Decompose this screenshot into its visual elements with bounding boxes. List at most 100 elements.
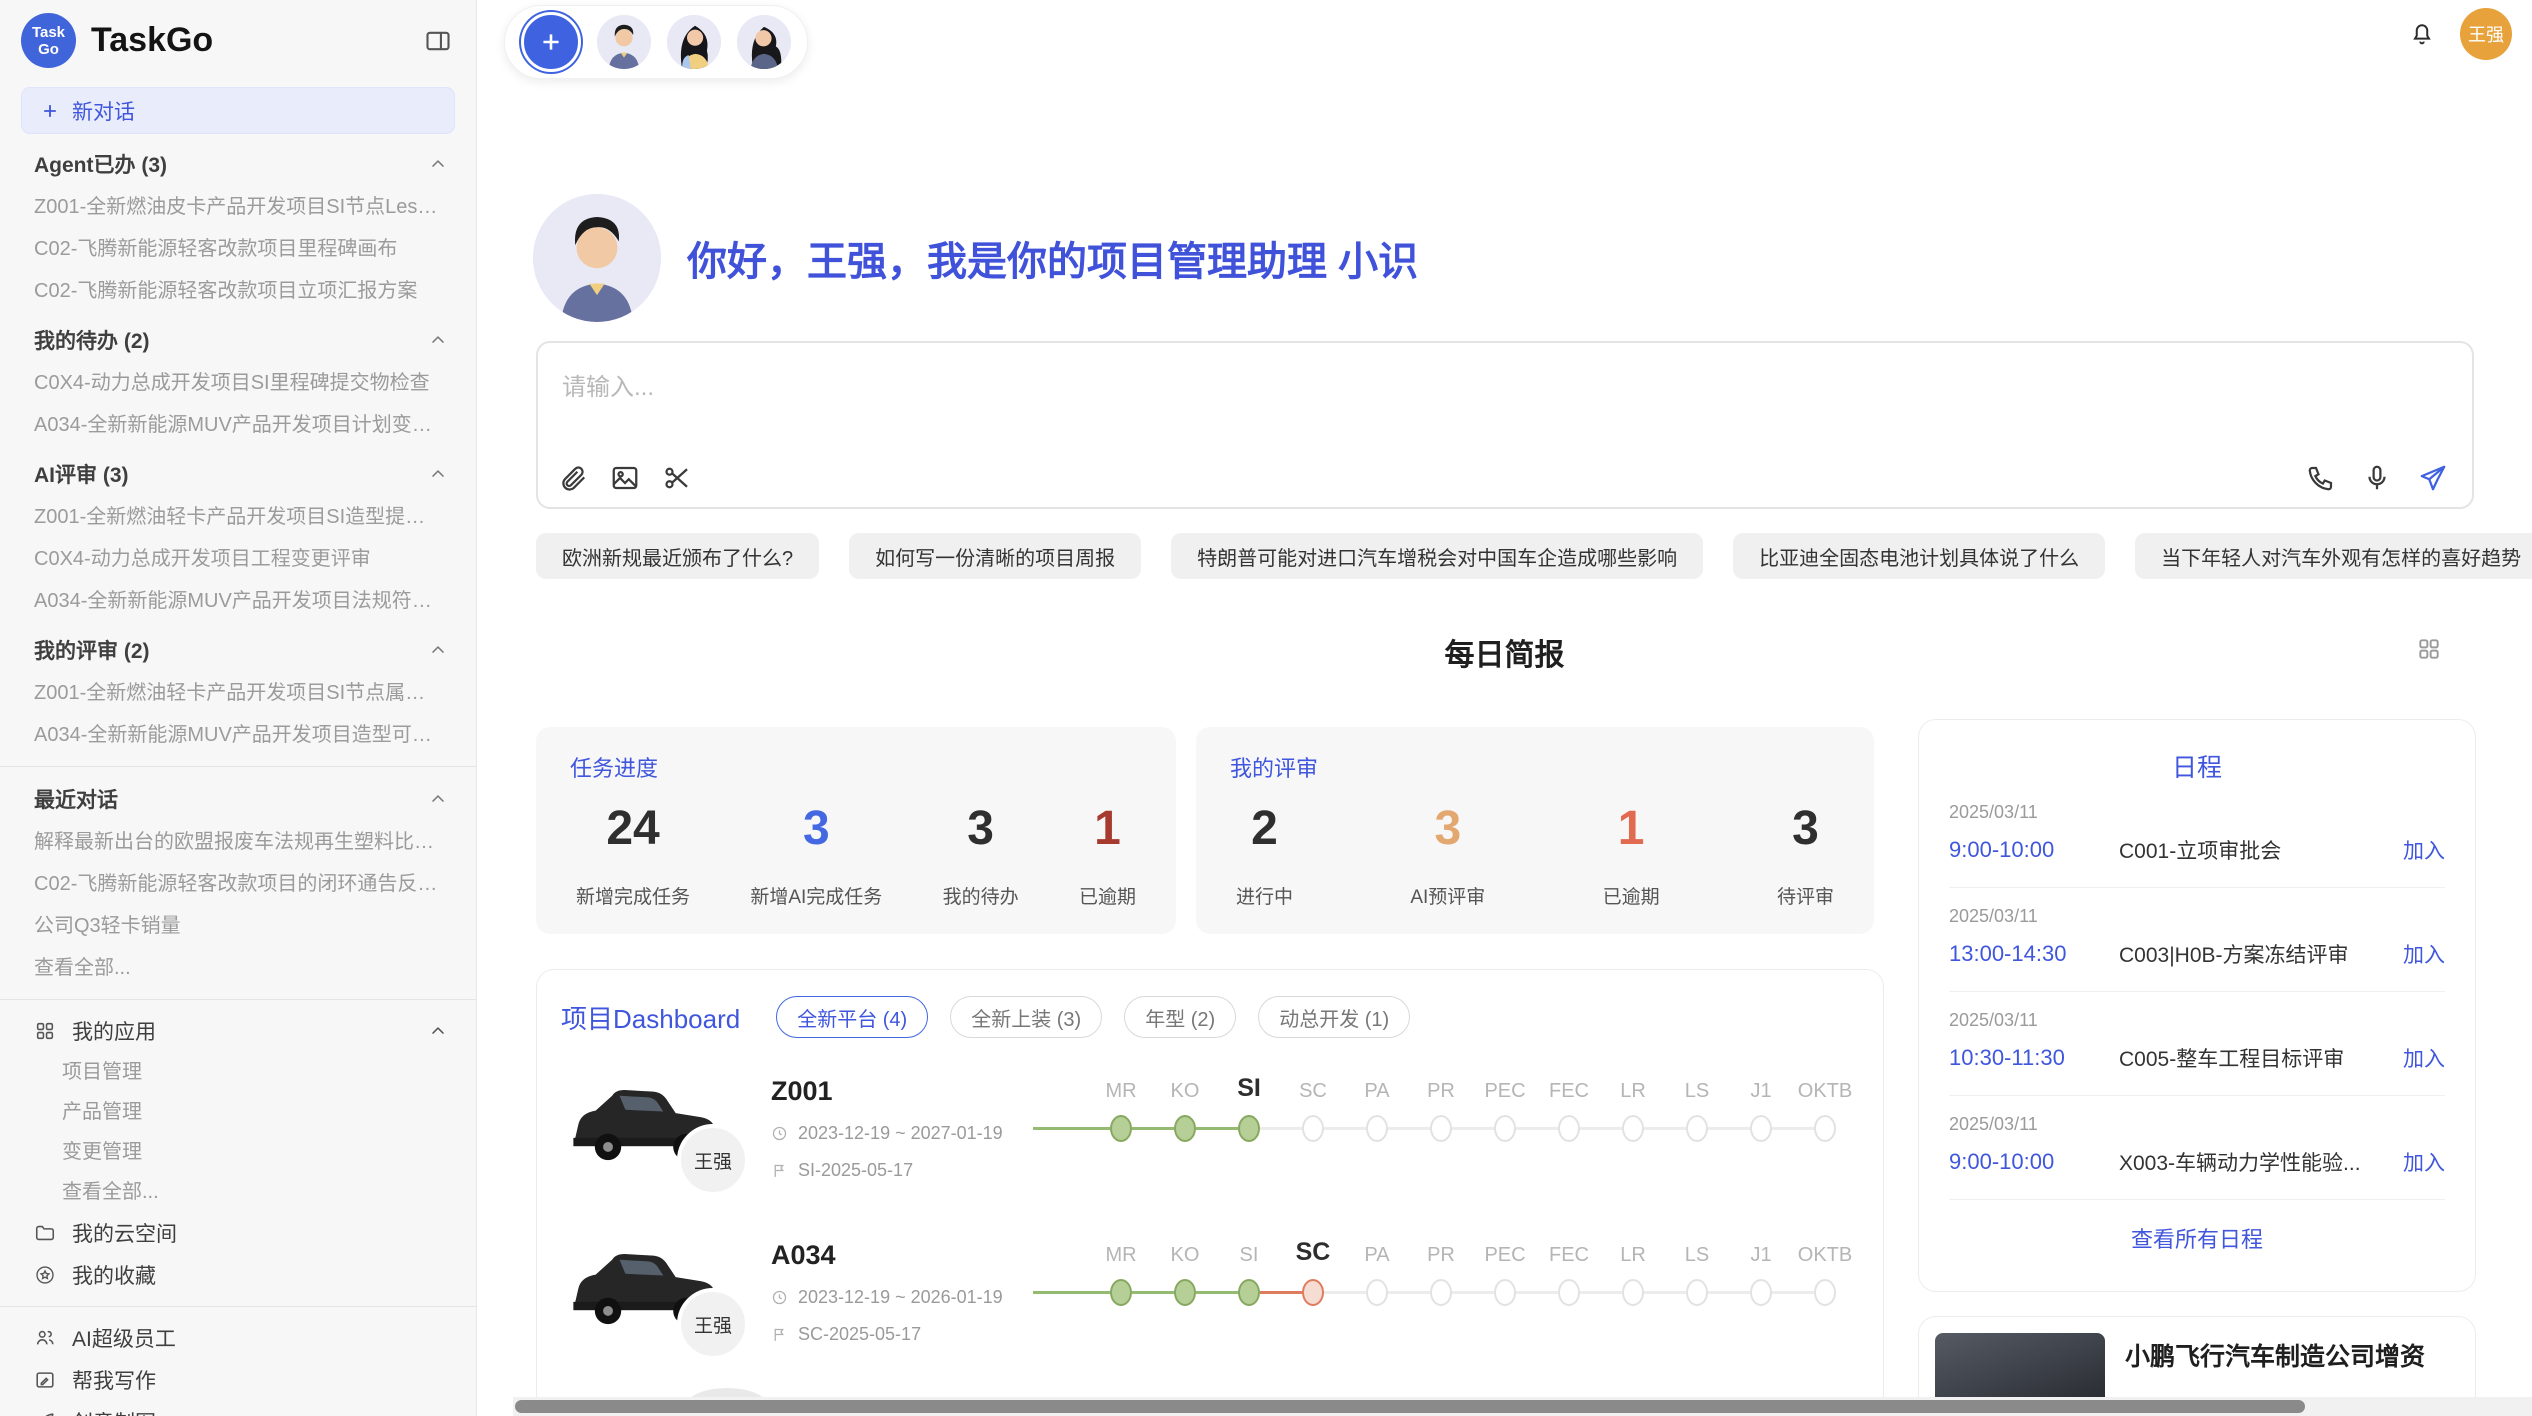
sidebar-link-label: 我的云空间: [72, 1218, 177, 1248]
suggestion-chip[interactable]: 特朗普可能对进口汽车增税会对中国车企造成哪些影响: [1171, 533, 1703, 579]
project-media: 王强: [561, 1062, 771, 1202]
image-icon[interactable]: [610, 463, 640, 493]
schedule-events: 2025/03/119:00-10:00C001-立项审批会加入2025/03/…: [1949, 784, 2445, 1200]
chevron-up-icon: [428, 464, 448, 484]
milestone-node: [1366, 1279, 1388, 1306]
suggestion-chip[interactable]: 欧洲新规最近颁布了什么?: [536, 533, 819, 579]
milestone-label: LR: [1601, 1244, 1665, 1267]
my-review-stats: 2进行中3AI预评审1已逾期3待评审: [1230, 801, 1840, 909]
new-chat-button[interactable]: 新对话: [21, 87, 455, 134]
event-time: 13:00-14:30: [1949, 941, 2119, 967]
agent-avatar-2[interactable]: [667, 15, 721, 69]
app-item[interactable]: 项目管理: [0, 1052, 476, 1092]
dashboard-tab[interactable]: 全新平台 (4): [776, 996, 928, 1038]
agent-avatar-3[interactable]: [737, 15, 791, 69]
sidebar-item[interactable]: A034-全新新能源MUV产品开发项目计划变更表编写: [0, 404, 476, 446]
my-apps-header[interactable]: 我的应用: [0, 1010, 476, 1052]
dashboard-tab[interactable]: 动总开发 (1): [1258, 996, 1410, 1038]
sidebar-item[interactable]: Z001-全新燃油轻卡产品开发项目SI节点属性5D文件评审: [0, 672, 476, 714]
recent-chats-header[interactable]: 最近对话: [0, 777, 476, 821]
suggestion-chips: 欧洲新规最近颁布了什么? 如何写一份清晰的项目周报特朗普可能对进口汽车增税会对中国…: [536, 533, 2532, 579]
milestone-timeline: MRKOSISCPAPRPECFECLRLSJ1OKTB: [1033, 1062, 1859, 1147]
sidebar-section-header[interactable]: 我的待办 (2): [0, 318, 476, 362]
event-join-link[interactable]: 加入: [2403, 1043, 2445, 1073]
sidebar-section-header[interactable]: AI评审 (3): [0, 452, 476, 496]
suggestion-chip[interactable]: 如何写一份清晰的项目周报: [849, 533, 1141, 579]
daily-briefing-title: 每日简报: [477, 630, 2532, 674]
project-flag-text: SC-2025-05-17: [798, 1324, 921, 1345]
microphone-icon[interactable]: [2362, 463, 2392, 493]
milestone-label: OKTB: [1793, 1244, 1857, 1267]
recent-chat-item[interactable]: 公司Q3轻卡销量: [0, 905, 476, 947]
sidebar-link-star-circle[interactable]: 我的收藏: [0, 1254, 476, 1296]
suggestion-chip[interactable]: 当下年轻人对汽车外观有怎样的喜好趋势: [2135, 533, 2532, 579]
sidebar-item[interactable]: C0X4-动力总成开发项目工程变更评审: [0, 538, 476, 580]
recent-chat-item[interactable]: 解释最新出台的欧盟报废车法规再生塑料比例被调至15%...: [0, 821, 476, 863]
event-join-link[interactable]: 加入: [2403, 835, 2445, 865]
user-avatar[interactable]: 王强: [2460, 8, 2512, 60]
agent-avatar-1[interactable]: [597, 15, 651, 69]
recent-chat-item[interactable]: C02-飞腾新能源轻客改款项目的闭环通告反馈情况: [0, 863, 476, 905]
event-title: C003|H0B-方案冻结评审: [2119, 939, 2389, 969]
suggestion-chip[interactable]: 比亚迪全固态电池计划具体说了什么: [1733, 533, 2105, 579]
send-icon[interactable]: [2418, 463, 2448, 493]
sidebar-tool-write[interactable]: 帮我写作: [0, 1359, 476, 1401]
sidebar-item[interactable]: Z001-全新燃油轻卡产品开发项目SI造型提交物评审: [0, 496, 476, 538]
app-item[interactable]: 变更管理: [0, 1132, 476, 1172]
milestone-labels: MRKOSISCPAPRPECFECLRLSJ1OKTB: [1089, 1074, 1859, 1103]
sidebar-section-header[interactable]: 我的评审 (2): [0, 628, 476, 672]
milestone-segment: [1388, 1291, 1430, 1294]
horizontal-scrollbar[interactable]: [513, 1397, 2532, 1416]
milestone-node: [1366, 1115, 1388, 1142]
milestone-node: [1622, 1279, 1644, 1306]
phone-icon[interactable]: [2306, 463, 2336, 493]
milestone-label: PA: [1345, 1080, 1409, 1103]
milestone-segment: [1580, 1291, 1622, 1294]
clock-icon: [771, 1125, 788, 1142]
sidebar-section-header[interactable]: Agent已办 (3): [0, 142, 476, 186]
scissors-icon[interactable]: [662, 463, 692, 493]
project-row: 王强Z0012023-12-19 ~ 2027-01-19SI-2025-05-…: [561, 1062, 1859, 1202]
stat-label: 已逾期: [1603, 882, 1660, 909]
sidebar-item[interactable]: A034-全新新能源MUV产品开发项目法规符合性评审: [0, 580, 476, 622]
grid-layout-icon[interactable]: [2416, 636, 2442, 662]
schedule-event: 2025/03/119:00-10:00X003-车辆动力学性能验...加入: [1949, 1096, 2445, 1200]
stat-item: 24新增完成任务: [576, 801, 690, 909]
sidebar-link-folder[interactable]: 我的云空间: [0, 1212, 476, 1254]
notification-bell-icon[interactable]: [2408, 20, 2436, 48]
milestone-segment: [1260, 1127, 1302, 1130]
people-icon: [34, 1327, 56, 1349]
event-date: 2025/03/11: [1949, 906, 2445, 927]
scrollbar-thumb[interactable]: [515, 1400, 2305, 1413]
clock-icon: [771, 1289, 788, 1306]
milestone-label: J1: [1729, 1244, 1793, 1267]
milestone-labels: MRKOSISCPAPRPECFECLRLSJ1OKTB: [1089, 1238, 1859, 1267]
schedule-card: 日程 2025/03/119:00-10:00C001-立项审批会加入2025/…: [1918, 719, 2476, 1292]
write-icon: [34, 1369, 56, 1391]
sidebar-item[interactable]: A034-全新新能源MUV产品开发项目造型可行性评审: [0, 714, 476, 756]
sidebar-item[interactable]: C02-飞腾新能源轻客改款项目立项汇报方案: [0, 270, 476, 312]
milestone-label: PA: [1345, 1244, 1409, 1267]
dashboard-tab[interactable]: 全新上装 (3): [950, 996, 1102, 1038]
project-info: Z0012023-12-19 ~ 2027-01-19SI-2025-05-17: [771, 1062, 1021, 1181]
event-join-link[interactable]: 加入: [2403, 939, 2445, 969]
view-all-chats-link[interactable]: 查看全部...: [0, 947, 476, 989]
stat-item: 3AI预评审: [1410, 801, 1485, 909]
sidebar: Task Go TaskGo 新对话 Agent已办 (3)Z001-全新燃油皮…: [0, 0, 477, 1416]
stat-label: 已逾期: [1079, 882, 1136, 909]
app-item[interactable]: 产品管理: [0, 1092, 476, 1132]
sidebar-item[interactable]: C02-飞腾新能源轻客改款项目里程碑画布: [0, 228, 476, 270]
dashboard-tab[interactable]: 年型 (2): [1124, 996, 1236, 1038]
my-review-card: 我的评审 2进行中3AI预评审1已逾期3待评审: [1196, 727, 1874, 934]
sidebar-tool-people[interactable]: AI超级员工: [0, 1317, 476, 1359]
sidebar-item[interactable]: C0X4-动力总成开发项目SI里程碑提交物检查: [0, 362, 476, 404]
sidebar-item[interactable]: Z001-全新燃油皮卡产品开发项目SI节点Lesson Learn报告: [0, 186, 476, 228]
attachment-icon[interactable]: [558, 463, 588, 493]
view-all-apps-link[interactable]: 查看全部...: [0, 1172, 476, 1212]
add-agent-button[interactable]: [521, 12, 581, 72]
chat-input[interactable]: [538, 343, 2472, 435]
event-join-link[interactable]: 加入: [2403, 1147, 2445, 1177]
sidebar-tool-feather[interactable]: 创意制图: [0, 1401, 476, 1416]
view-all-schedule-link[interactable]: 查看所有日程: [1949, 1222, 2445, 1254]
sidebar-toggle-icon[interactable]: [424, 27, 452, 55]
